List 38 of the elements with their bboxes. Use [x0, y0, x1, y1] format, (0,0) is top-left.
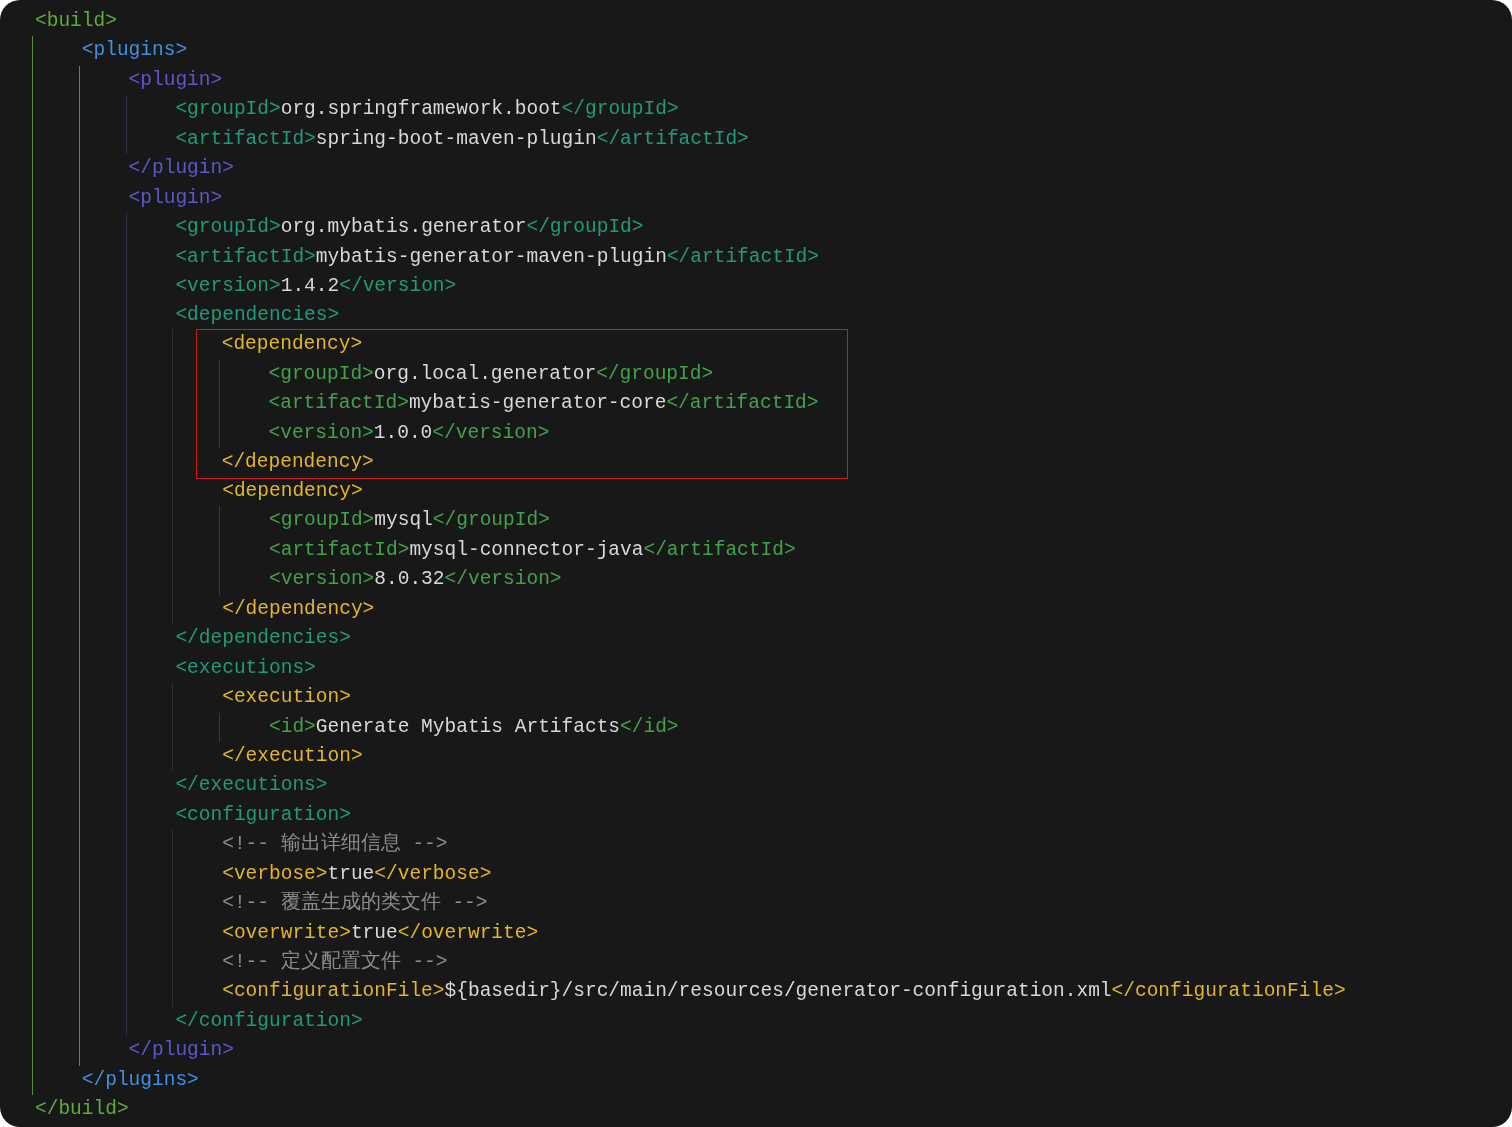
- code-line: </dependencies>: [175, 626, 351, 652]
- code-line: <build>: [35, 9, 117, 34]
- code-line: <groupId>org.local.generator</groupId>: [268, 361, 714, 387]
- code-line: <dependencies>: [175, 303, 340, 329]
- code-line: <executions>: [175, 655, 316, 681]
- code-line: <dependency>: [222, 479, 363, 504]
- code-line: <groupId>org.mybatis.generator</groupId>: [175, 215, 644, 241]
- code-line: </plugin>: [128, 156, 234, 182]
- code-line: </plugins>: [81, 1067, 199, 1093]
- code-line: </build>: [35, 1097, 129, 1123]
- code-line: <plugins>: [81, 38, 188, 64]
- code-line: <artifactId>mybatis-generator-maven-plugin</artifactId>: [175, 244, 819, 270]
- code-line: <artifactId>mysql-connector-java</artifactId>: [269, 537, 796, 563]
- code-line: <version>1.4.2</version>: [175, 273, 457, 299]
- code-line: </configuration>: [175, 1008, 363, 1034]
- code-line: <version>8.0.32</version>: [269, 567, 562, 593]
- code-line: <dependency>: [221, 332, 363, 358]
- code-comment: <!-- 输出详细信息 -->: [222, 831, 448, 858]
- code-comment: <!-- 定义配置文件 -->: [222, 949, 448, 975]
- code-line: </dependency>: [221, 450, 374, 476]
- code-line: <id>Generate Mybatis Artifacts</id>: [269, 714, 679, 740]
- code-line: <configurationFile>${basedir}/src/main/resources/generator-configuration.xml</configurationFile>: [222, 979, 1346, 1005]
- code-line: <plugin>: [128, 67, 223, 93]
- code-comment: <!-- 覆盖生成的类文件 -->: [222, 890, 488, 917]
- code-line: <configuration>: [175, 802, 351, 828]
- code-line: <execution>: [222, 685, 351, 711]
- code-line: <groupId>mysql</groupId>: [269, 508, 550, 534]
- code-line: <artifactId>spring-boot-maven-plugin</artifactId>: [175, 126, 749, 152]
- code-line: </executions>: [175, 773, 328, 799]
- code-line: </dependency>: [222, 596, 375, 622]
- code-line: <version>1.0.0</version>: [268, 420, 550, 446]
- code-line: <groupId>org.springframework.boot</groupId>: [175, 97, 679, 123]
- code-line: <plugin>: [128, 185, 223, 211]
- code-line: </execution>: [222, 743, 363, 769]
- code-line: <verbose>true</verbose>: [222, 861, 492, 887]
- code-line: <artifactId>mybatis-generator-core</artifactId>: [268, 391, 819, 417]
- code-line: <overwrite>true</overwrite>: [222, 920, 539, 946]
- code-line: </plugin>: [128, 1038, 234, 1064]
